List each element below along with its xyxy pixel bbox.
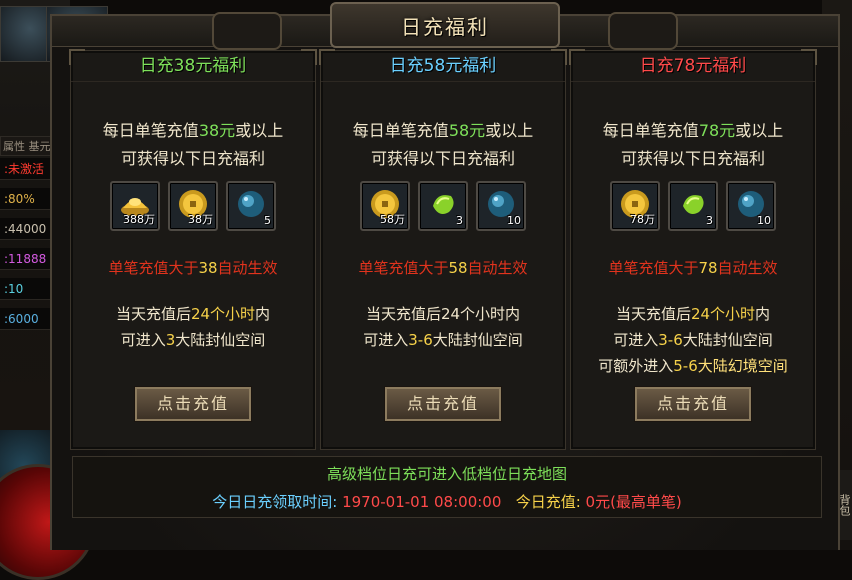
reward-item[interactable]: 10	[476, 181, 526, 231]
reward-panel-38: 日充38元福利 每日单笔充值38元或以上 可获得以下日充福利 388万 38万 5 …	[69, 49, 317, 450]
panel-description: 每日单笔充值38元或以上 可获得以下日充福利	[102, 121, 284, 168]
blue-orb-icon	[238, 191, 264, 217]
reward-item[interactable]: 38万	[168, 181, 218, 231]
reward-item[interactable]: 78万	[610, 181, 660, 231]
footer-info: 高级档位日充可进入低档位日充地图 今日日充领取时间: 1970-01-01 08…	[72, 456, 822, 518]
window-title: 日充福利	[401, 15, 489, 39]
green-jade-icon	[433, 195, 454, 214]
activation-condition: 单笔充值大于58自动生效	[358, 259, 528, 277]
reward-item[interactable]: 10	[726, 181, 776, 231]
reward-panel-78: 日充78元福利 每日单笔充值78元或以上 可获得以下日充福利 78万 3 10 单笔…	[569, 49, 817, 450]
reward-item[interactable]: 58万	[360, 181, 410, 231]
claim-time-label: 今日日充领取时间:	[212, 493, 338, 511]
access-description: 当天充值后24个小时内 可进入3大陆封仙空间	[115, 305, 271, 349]
access-description: 当天充值后24个小时内 可进入3-6大陆封仙空间 可额外进入5-6大陆幻境空间	[571, 301, 815, 379]
reward-items: 388万 38万 5	[71, 181, 315, 231]
item-quantity: 78万	[630, 213, 655, 226]
item-quantity: 58万	[380, 213, 405, 226]
recharge-button[interactable]: 点击充值	[385, 387, 501, 421]
reward-item[interactable]: 3	[418, 181, 468, 231]
recharge-button[interactable]: 点击充值	[135, 387, 251, 421]
extra-access-line: 可额外进入5-6大陆幻境空间	[598, 357, 788, 375]
title-deco-right	[608, 12, 678, 50]
reward-item[interactable]: 3	[668, 181, 718, 231]
reward-items: 78万 3 10	[571, 181, 815, 231]
reward-items: 58万 3 10	[321, 181, 565, 231]
panel-description: 每日单笔充值58元或以上 可获得以下日充福利	[352, 121, 534, 168]
attribute-value: :44000	[0, 218, 52, 240]
recharge-button[interactable]: 点击充值	[635, 387, 751, 421]
title-deco-left	[212, 12, 282, 50]
attribute-value: :未激活	[0, 158, 52, 180]
panel-header: 日充78元福利	[571, 51, 815, 82]
attribute-value: :11888	[0, 248, 52, 270]
reward-item[interactable]: 388万	[110, 181, 160, 231]
activation-condition: 单笔充值大于38自动生效	[108, 259, 278, 277]
panel-header: 日充38元福利	[71, 51, 315, 82]
daily-recharge-window: 日充福利 日充38元福利 每日单笔充值38元或以上 可获得以下日充福利 388万…	[50, 2, 840, 550]
item-quantity: 3	[456, 214, 463, 227]
green-jade-icon	[683, 195, 704, 214]
item-quantity: 5	[264, 214, 271, 227]
footer-note: 高级档位日充可进入低档位日充地图	[326, 465, 567, 483]
footer-status: 今日日充领取时间: 1970-01-01 08:00:00 今日充值: 0元(最…	[73, 491, 821, 512]
attribute-value: :80%	[0, 188, 52, 210]
activation-condition: 单笔充值大于78自动生效	[608, 259, 778, 277]
item-quantity: 10	[757, 214, 771, 227]
item-quantity: 10	[507, 214, 521, 227]
reward-item[interactable]: 5	[226, 181, 276, 231]
attribute-value: :6000	[0, 308, 52, 330]
claim-time-value: 1970-01-01 08:00:00	[342, 493, 502, 511]
today-recharge-value: 0元(最高单笔)	[585, 493, 682, 511]
title-plate: 日充福利	[330, 2, 560, 48]
today-recharge-label: 今日充值:	[515, 493, 581, 511]
reward-panel-58: 日充58元福利 每日单笔充值58元或以上 可获得以下日充福利 58万 3 10 单笔…	[319, 49, 567, 450]
item-quantity: 3	[706, 214, 713, 227]
item-quantity: 38万	[188, 213, 213, 226]
panel-description: 每日单笔充值78元或以上 可获得以下日充福利	[602, 121, 784, 168]
access-description: 当天充值后24个小时内 可进入3-6大陆封仙空间	[363, 305, 523, 349]
attribute-value: :10	[0, 278, 52, 300]
panel-header: 日充58元福利	[321, 51, 565, 82]
item-quantity: 388万	[123, 213, 155, 226]
